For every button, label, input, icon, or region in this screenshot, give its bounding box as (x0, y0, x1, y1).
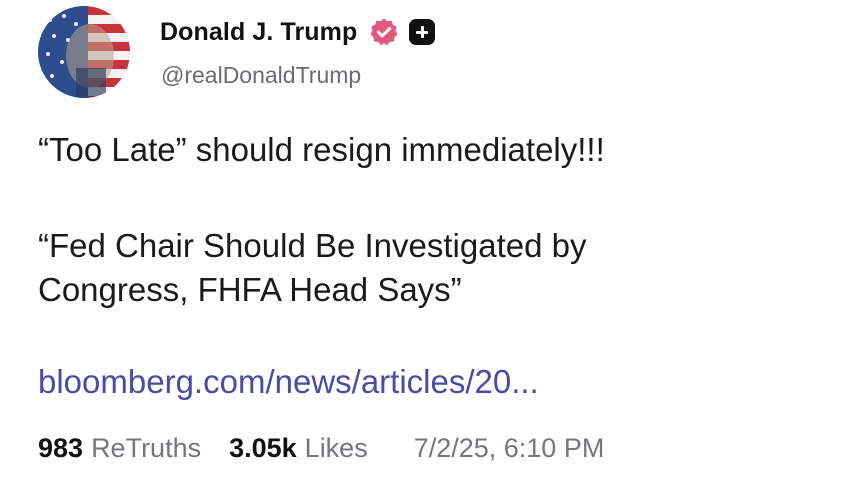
avatar[interactable] (38, 6, 130, 98)
retruths-count[interactable]: 983 (38, 430, 83, 466)
quoted-headline: “Fed Chair Should Be Investigated by Con… (38, 224, 586, 312)
likes-count[interactable]: 3.05k (229, 430, 297, 466)
post-text: “Too Late” should resign immediately!!! (38, 131, 605, 168)
article-link[interactable]: bloomberg.com/news/articles/20... (38, 360, 539, 404)
user-handle[interactable]: @realDonaldTrump (161, 62, 361, 89)
quoted-headline-line-1: “Fed Chair Should Be Investigated by (38, 227, 587, 264)
quoted-headline-line-2: Congress, FHFA Head Says” (38, 271, 462, 308)
truth-post: Donald J. Trump @realDonaldTrump “Too La… (0, 0, 865, 495)
post-stats: 983 ReTruths 3.05k Likes 7/2/25, 6:10 PM (38, 430, 604, 466)
display-name[interactable]: Donald J. Trump (160, 18, 357, 47)
retruths-label[interactable]: ReTruths (91, 430, 201, 466)
verified-badge-icon (370, 18, 398, 46)
post-timestamp[interactable]: 7/2/25, 6:10 PM (414, 430, 605, 466)
likes-label[interactable]: Likes (305, 430, 368, 466)
plus-icon (409, 19, 436, 45)
author-row: Donald J. Trump (160, 10, 436, 54)
avatar-image (38, 6, 130, 98)
